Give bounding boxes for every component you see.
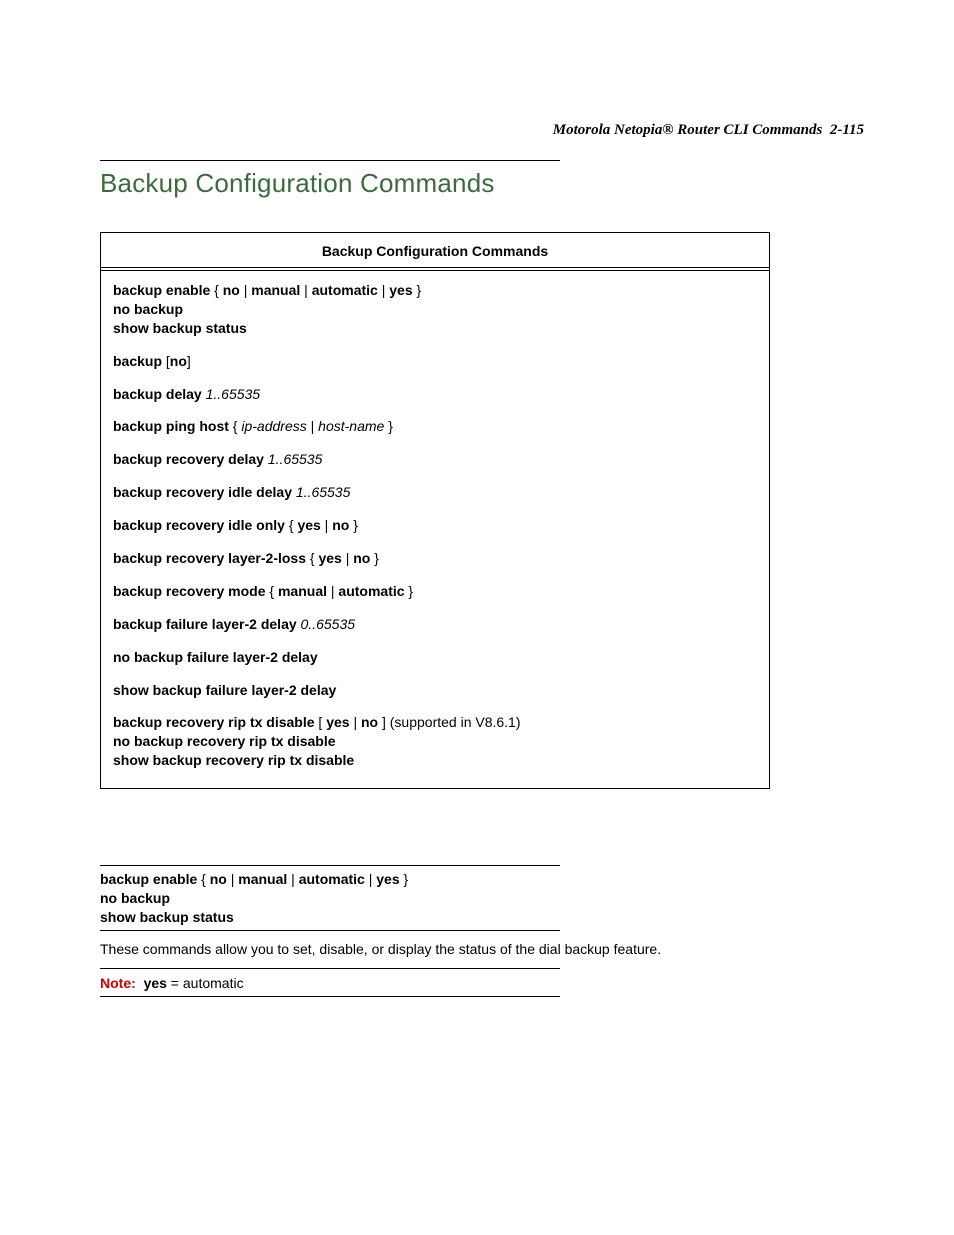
cmd-backup-recovery-idle-only: backup recovery idle only { yes | no }	[113, 516, 757, 535]
detail-description-text: These commands allow you to set, disable…	[100, 940, 800, 959]
cmd-show-backup-failure-layer2-delay: show backup failure layer-2 delay	[113, 681, 757, 700]
page-number: 2-115	[830, 122, 864, 138]
detail-description: These commands allow you to set, disable…	[100, 940, 800, 959]
running-header: Motorola Netopia® Router CLI Commands 2-…	[553, 122, 864, 139]
box-title-row: Backup Configuration Commands	[101, 233, 769, 268]
doc-title: Motorola Netopia® Router CLI Commands	[553, 122, 823, 138]
cmd-backup-recovery-mode: backup recovery mode { manual | automati…	[113, 582, 757, 601]
cmd-no-backup: no backup	[113, 300, 757, 319]
cmd-backup-recovery-idle-delay: backup recovery idle delay 1..65535	[113, 483, 757, 502]
cmd-show-backup-status: show backup status	[113, 319, 757, 338]
cmd-no-backup-failure-layer2-delay: no backup failure layer-2 delay	[113, 648, 757, 667]
detail-syntax: backup enable { no | manual | automatic …	[100, 870, 800, 927]
cmd-backup-ping-host: backup ping host { ip-address | host-nam…	[113, 417, 757, 436]
note-line: Note: yes = automatic	[100, 974, 800, 993]
detail-no-backup: no backup	[100, 889, 800, 908]
note-yes: yes	[144, 975, 167, 991]
section-title: Backup Configuration Commands	[100, 168, 495, 199]
note-block: Note: yes = automatic	[100, 974, 800, 993]
cmd-no-backup-recovery-rip-tx-disable: no backup recovery rip tx disable	[113, 732, 757, 751]
detail-rule-mid	[100, 930, 560, 931]
detail-backup-enable: backup enable { no | manual | automatic …	[100, 870, 800, 889]
command-summary-box: Backup Configuration Commands backup ena…	[100, 232, 770, 789]
note-rule-bottom	[100, 996, 560, 997]
note-label: Note:	[100, 975, 136, 991]
cmd-backup-recovery-rip-tx-disable: backup recovery rip tx disable [ yes | n…	[113, 713, 757, 732]
cmd-show-backup-recovery-rip-tx-disable: show backup recovery rip tx disable	[113, 751, 757, 770]
cmd-backup-delay: backup delay 1..65535	[113, 385, 757, 404]
page: Motorola Netopia® Router CLI Commands 2-…	[0, 0, 954, 1235]
cmd-backup-failure-layer2-delay: backup failure layer-2 delay 0..65535	[113, 615, 757, 634]
section-rule	[100, 160, 560, 161]
note-rule-top	[100, 968, 560, 969]
note-rest: = automatic	[167, 975, 244, 991]
cmd-backup-recovery-layer2-loss: backup recovery layer-2-loss { yes | no …	[113, 549, 757, 568]
cmd-backup-enable: backup enable { no | manual | automatic …	[113, 281, 757, 300]
cmd-backup-no: backup [no]	[113, 352, 757, 371]
detail-show-backup-status: show backup status	[100, 908, 800, 927]
cmd-backup-recovery-delay: backup recovery delay 1..65535	[113, 450, 757, 469]
detail-rule-top	[100, 865, 560, 866]
box-title: Backup Configuration Commands	[322, 243, 548, 259]
box-body: backup enable { no | manual | automatic …	[101, 271, 769, 788]
